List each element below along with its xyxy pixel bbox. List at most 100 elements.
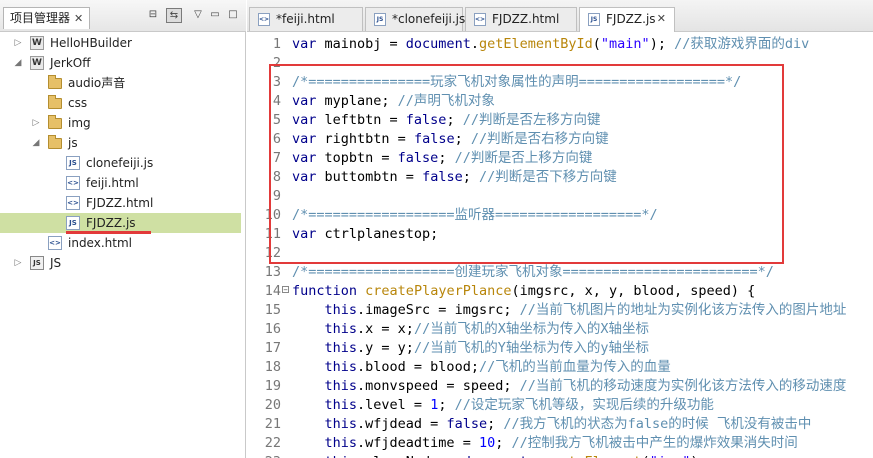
code-token: this <box>324 378 358 394</box>
tree-item[interactable]: JS FJDZZ.js <box>0 213 241 233</box>
code-token: this <box>324 340 358 356</box>
editor-tab-label: *feiji.html <box>276 12 335 26</box>
line-number: 14 <box>264 283 281 299</box>
line-number: 1 <box>272 36 281 52</box>
html-file-icon: <> <box>66 176 80 190</box>
tree-item-label: JS <box>50 256 62 270</box>
tree-item[interactable]: css <box>0 93 245 113</box>
project-icon: W <box>30 36 44 50</box>
code-text: this.x = x;//当前飞机的X轴坐标为传入的X轴坐标 <box>292 320 649 339</box>
editor-tab[interactable]: <> FJDZZ.html <box>465 7 577 31</box>
link-with-editor-icon[interactable]: ⇆ <box>166 8 182 23</box>
tree-item[interactable]: <> FJDZZ.html <box>0 193 245 213</box>
editor-tab[interactable]: JS FJDZZ.js ✕ <box>579 7 675 32</box>
line-number: 22 <box>264 435 281 451</box>
code-token: .level = <box>357 397 431 413</box>
code-token: var <box>292 112 317 128</box>
code-line[interactable]: 21 this.wfjdead = false; //我方飞机的状态为false… <box>247 415 873 434</box>
folder-icon <box>48 135 62 149</box>
code-line[interactable]: 12 <box>247 244 873 263</box>
code-token: ctrlplanestop; <box>316 226 439 242</box>
code-line[interactable]: 7 var topbtn = false; //判断是否上移方向键 <box>247 149 873 168</box>
code-area[interactable]: 1 var mainobj = document.getElementById("… <box>247 32 873 458</box>
code-token: //当前飞机的移动速度为实例化该方法传入的移动速度 <box>519 378 847 394</box>
code-token: leftbtn = <box>316 112 406 128</box>
code-token: ; <box>454 131 471 147</box>
collapse-arrow-icon[interactable]: ◢ <box>31 133 41 153</box>
code-text: this.y = y;//当前飞机的Y轴坐标为传入的y轴坐标 <box>292 339 649 358</box>
code-line[interactable]: 5 var leftbtn = false; //判断是否左移方向键 <box>247 111 873 130</box>
tree-item[interactable]: <> index.html <box>0 233 245 253</box>
collapse-all-icon[interactable]: ⊟ <box>145 8 161 23</box>
expand-arrow-icon[interactable]: ▷ <box>13 33 23 53</box>
code-line[interactable]: 13 /*==================创建玩家飞机对象==========… <box>247 263 873 282</box>
code-text: this.blood = blood;//飞机的当前血量为传入的血量 <box>292 358 671 377</box>
code-text: var ctrlplanestop; <box>292 225 438 244</box>
tree-item-label: js <box>68 136 78 150</box>
expand-arrow-icon[interactable]: ▷ <box>31 113 41 133</box>
tree-item[interactable]: audio声音 <box>0 73 245 93</box>
code-token: //获取游戏界面的div <box>674 36 810 52</box>
code-line[interactable]: 4 var myplane; //声明飞机对象 <box>247 92 873 111</box>
project-explorer-tab[interactable]: 项目管理器 ✕ <box>3 7 91 29</box>
collapse-arrow-icon[interactable]: ◢ <box>13 53 23 73</box>
code-line[interactable]: 16 this.x = x;//当前飞机的X轴坐标为传入的X轴坐标 <box>247 320 873 339</box>
code-token: //判断是否左移方向键 <box>462 112 601 128</box>
code-text: var myplane; //声明飞机对象 <box>292 92 495 111</box>
line-number: 11 <box>264 226 281 242</box>
code-line[interactable]: 10 /*==================监听器===============… <box>247 206 873 225</box>
code-text: this.wfjdead = false; //我方飞机的状态为false的时候… <box>292 415 812 434</box>
code-token: //控制我方飞机被击中产生的爆炸效果消失时间 <box>511 435 798 451</box>
tree-item[interactable]: JS clonefeiji.js <box>0 153 245 173</box>
editor-tab[interactable]: JS *clonefeiji.js <box>365 7 465 31</box>
code-token: .wfjdead = <box>357 416 447 432</box>
code-line[interactable]: 19 this.monvspeed = speed; //当前飞机的移动速度为实… <box>247 377 873 396</box>
code-line[interactable]: 17 this.y = y;//当前飞机的Y轴坐标为传入的y轴坐标 <box>247 339 873 358</box>
code-line[interactable]: 18 this.blood = blood;//飞机的当前血量为传入的血量 <box>247 358 873 377</box>
editor-tab-label: FJDZZ.js <box>606 12 656 26</box>
code-line[interactable]: 11 var ctrlplanestop; <box>247 225 873 244</box>
code-line[interactable]: 8 var buttombtn = false; //判断是否下移方向键 <box>247 168 873 187</box>
code-line[interactable]: 20 this.level = 1; //设定玩家飞机等级，实现后续的升级功能 <box>247 396 873 415</box>
code-line[interactable]: 22 this.wfjdeadtime = 10; //控制我方飞机被击中产生的… <box>247 434 873 453</box>
code-line[interactable]: 23 this.planeNode = document.createEleme… <box>247 453 873 458</box>
line-number: 7 <box>272 150 281 166</box>
tree-item[interactable]: ◢ js <box>0 133 245 153</box>
expand-arrow-icon[interactable]: ▷ <box>13 253 23 273</box>
code-line[interactable]: 9 <box>247 187 873 206</box>
code-line[interactable]: 15 this.imageSrc = imgsrc; //当前飞机图片的地址为实… <box>247 301 873 320</box>
code-token: "img" <box>650 454 691 458</box>
code-token: document <box>405 36 471 52</box>
code-token: this <box>324 397 358 413</box>
view-menu-icon[interactable]: ▽ <box>190 8 206 23</box>
tree-item[interactable]: ◢ W JerkOff <box>0 53 245 73</box>
tree-item[interactable]: ▷ W HelloHBuilder <box>0 33 245 53</box>
fold-toggle-icon[interactable]: − <box>282 286 289 294</box>
code-token: 10 <box>478 435 496 451</box>
code-token: ); <box>649 36 675 52</box>
code-token: topbtn = <box>316 150 398 166</box>
editor-tab[interactable]: <> *feiji.html <box>249 7 363 31</box>
maximize-icon[interactable]: □ <box>225 8 241 23</box>
code-line[interactable]: 14− function createPlayerPlance(imgsrc, x… <box>247 282 873 301</box>
close-icon[interactable]: ✕ <box>74 12 83 25</box>
close-icon[interactable]: ✕ <box>657 8 666 30</box>
code-line[interactable]: 6 var rightbtn = false; //判断是否右移方向键 <box>247 130 873 149</box>
minimize-icon[interactable]: ▭ <box>207 8 223 23</box>
tree-item[interactable]: ▷ img <box>0 113 245 133</box>
tree-item[interactable]: <> feiji.html <box>0 173 245 193</box>
code-line[interactable]: 3 /*===============玩家飞机对象属性的声明===========… <box>247 73 873 92</box>
code-text: var mainobj = document.getElementById("m… <box>292 35 809 54</box>
code-line[interactable]: 1 var mainobj = document.getElementById("… <box>247 35 873 54</box>
code-token: var <box>292 36 317 52</box>
code-line[interactable]: 2 <box>247 54 873 73</box>
code-token: //当前飞机的Y轴坐标为传入的y轴坐标 <box>413 340 649 356</box>
code-text: /*===============玩家飞机对象属性的声明============… <box>292 73 741 92</box>
editor-tab-bar: <> *feiji.html JS *clonefeiji.js <> FJDZZ.htm… <box>247 0 873 32</box>
tree-item[interactable]: ▷ JS JS <box>0 253 245 273</box>
